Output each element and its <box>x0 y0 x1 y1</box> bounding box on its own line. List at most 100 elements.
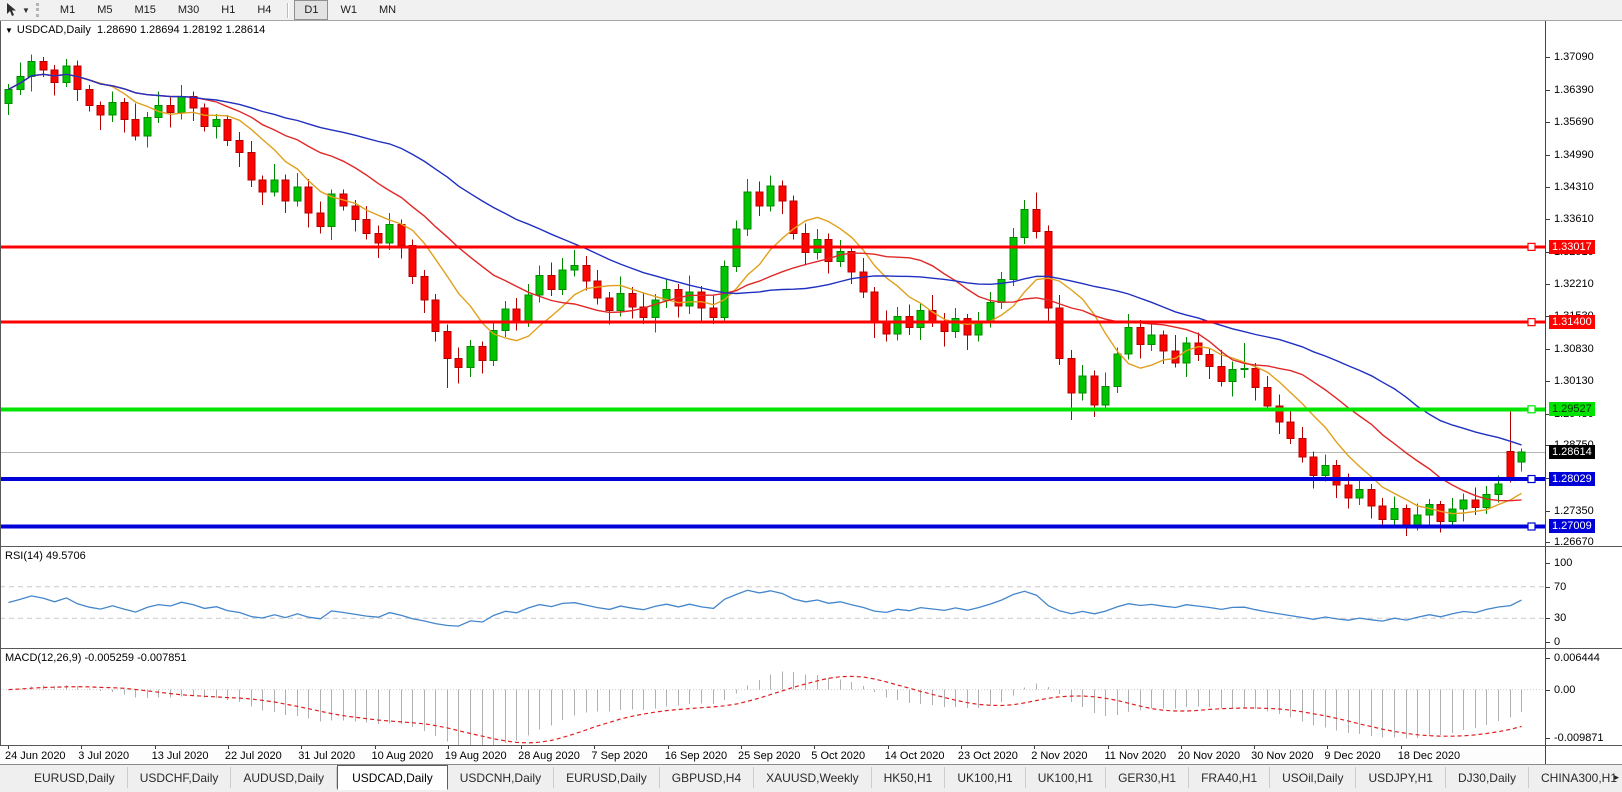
macd-signal-line <box>8 675 1522 744</box>
chart-tab-uk100-h1[interactable]: UK100,H1 <box>945 767 1026 788</box>
current-price-tag: 1.28614 <box>1549 444 1595 459</box>
date-label: 23 Oct 2020 <box>957 750 1018 762</box>
chart-tab-usoil-daily[interactable]: USOil,Daily <box>1270 767 1357 788</box>
macd-tick-mark <box>1546 737 1550 739</box>
date-tick-mark <box>1180 746 1182 749</box>
chart-tab-hk50-h1[interactable]: HK50,H1 <box>872 767 946 788</box>
rsi-label: RSI(14) 49.5706 <box>5 550 86 562</box>
chart-tab-fra40-h1[interactable]: FRA40,H1 <box>1189 767 1271 788</box>
tab-scroll-right-icon[interactable]: ▸ <box>1614 772 1619 783</box>
price-tick-label: 1.30130 <box>1554 375 1594 388</box>
time-axis-corner <box>1545 746 1622 765</box>
macd-label: MACD(12,26,9) -0.005259 -0.007851 <box>5 652 187 664</box>
rsi-line <box>8 589 1522 627</box>
price-tick-label: 1.34990 <box>1554 149 1594 162</box>
chart-ohlc-values: 1.28690 1.28694 1.28192 1.28614 <box>97 24 266 36</box>
date-label: 2 Nov 2020 <box>1031 750 1088 762</box>
price-tick-mark <box>1546 381 1550 383</box>
rsi-tick-mark <box>1546 618 1550 620</box>
chart-tab-eurusd-daily[interactable]: EURUSD,Daily <box>554 767 660 788</box>
chart-tab-usdcad-daily[interactable]: USDCAD,Daily <box>337 765 448 790</box>
date-tick-mark <box>667 746 669 749</box>
price-chart-panel[interactable]: ▼ USDCAD,Daily 1.28690 1.28694 1.28192 1.… <box>0 21 1622 548</box>
date-tick-mark <box>960 746 962 749</box>
chart-toolbar: ▼ M1 M5 M15 M30 H1 H4 D1 W1 MN <box>0 0 1622 21</box>
chart-tab-usdcnh-daily[interactable]: USDCNH,Daily <box>448 767 555 788</box>
date-tick-mark <box>154 746 156 749</box>
date-label: 19 Aug 2020 <box>444 750 507 762</box>
timeframe-button-mn[interactable]: MN <box>369 0 406 20</box>
cursor-tool-dropdown-icon[interactable]: ▼ <box>22 6 30 15</box>
macd-plot[interactable] <box>0 649 1545 746</box>
rsi-panel[interactable]: RSI(14) 49.5706 100 70 30 0 <box>0 546 1622 649</box>
macd-tick-label: 0.006444 <box>1554 652 1600 664</box>
macd-tick-label: 0.00 <box>1554 683 1576 696</box>
timeframe-button-m15[interactable]: M15 <box>124 0 165 20</box>
date-label: 18 Dec 2020 <box>1397 750 1461 762</box>
rsi-axis[interactable]: 100 70 30 0 <box>1545 547 1622 649</box>
price-tick-mark <box>1546 122 1550 124</box>
chart-tab-gbpusd-h4[interactable]: GBPUSD,H4 <box>660 767 755 788</box>
date-label: 24 Jun 2020 <box>5 750 66 762</box>
price-tick-mark <box>1546 219 1550 221</box>
date-tick-mark <box>814 746 816 749</box>
timeframe-button-d1[interactable]: D1 <box>294 0 329 20</box>
price-axis[interactable]: 1.37090 1.36390 1.35690 1.34990 1.34310 1.336… <box>1545 21 1622 548</box>
date-label: 20 Nov 2020 <box>1177 750 1241 762</box>
chart-tab-dj30-daily[interactable]: DJ30,Daily <box>1446 767 1529 788</box>
date-tick-mark <box>447 746 449 749</box>
line-handle <box>1527 318 1536 327</box>
date-tick-mark <box>594 746 596 749</box>
chart-left-border <box>0 21 1 745</box>
chart-tab-xauusd-weekly[interactable]: XAUUSD,Weekly <box>754 767 872 788</box>
date-label: 30 Nov 2020 <box>1251 750 1314 762</box>
timeframe-button-h1[interactable]: H1 <box>211 0 245 20</box>
chart-tab-audusd-daily[interactable]: AUDUSD,Daily <box>231 767 338 788</box>
chart-tab-ger30-h1[interactable]: GER30,H1 <box>1106 767 1190 788</box>
date-label: 5 Oct 2020 <box>811 750 866 762</box>
rsi-tick-label: 0 <box>1554 636 1561 648</box>
rsi-plot[interactable] <box>0 547 1545 649</box>
chart-tab-china300-h1[interactable]: CHINA300,H1 <box>1529 767 1622 788</box>
date-tick-mark <box>374 746 376 749</box>
timeframe-buttons: M1 M5 M15 M30 H1 H4 D1 W1 MN <box>49 0 407 20</box>
chart-tab-eurusd-daily[interactable]: EURUSD,Daily <box>22 767 128 788</box>
date-tick-mark <box>81 746 83 749</box>
cursor-tool-icon[interactable] <box>0 2 22 18</box>
timeframe-button-m30[interactable]: M30 <box>168 0 209 20</box>
price-tick-label: 1.37090 <box>1554 51 1594 64</box>
macd-tick-label: -0.009871 <box>1554 731 1604 744</box>
rsi-tick-label: 100 <box>1554 557 1573 569</box>
chart-symbol-label: USDCAD,Daily <box>16 24 91 36</box>
date-label: 7 Sep 2020 <box>591 750 648 762</box>
level-price-tag: 1.29527 <box>1549 402 1595 417</box>
date-tick-mark <box>227 746 229 749</box>
date-label: 22 Jul 2020 <box>224 750 282 762</box>
ma-line-8 <box>8 73 1522 515</box>
toolbar-grip-handle[interactable] <box>35 3 43 17</box>
time-axis[interactable]: 24 Jun 2020 3 Jul 2020 13 Jul 2020 22 Jul 2… <box>0 745 1622 765</box>
macd-histogram <box>20 671 1522 745</box>
date-tick-mark <box>1107 746 1109 749</box>
chart-tab-uk100-h1[interactable]: UK100,H1 <box>1026 767 1107 788</box>
timeframe-button-m1[interactable]: M1 <box>50 0 85 20</box>
timeframe-button-m5[interactable]: M5 <box>87 0 122 20</box>
timeframe-button-w1[interactable]: W1 <box>330 0 367 20</box>
rsi-tick-mark <box>1546 563 1550 564</box>
price-tick-mark <box>1546 510 1550 512</box>
date-tick-mark <box>1034 746 1036 749</box>
line-handle <box>1527 405 1536 414</box>
date-tick-mark <box>741 746 742 749</box>
level-price-tag: 1.31400 <box>1549 315 1595 330</box>
chart-tab-usdjpy-h1[interactable]: USDJPY,H1 <box>1356 767 1446 788</box>
candlestick-plot[interactable] <box>0 21 1545 546</box>
macd-panel[interactable]: MACD(12,26,9) -0.005259 -0.007851 0.0064… <box>0 648 1622 746</box>
chart-tab-usdchf-daily[interactable]: USDCHF,Daily <box>128 767 232 788</box>
macd-axis[interactable]: 0.006444 0.00 -0.009871 <box>1545 649 1622 746</box>
timeframe-button-h4[interactable]: H4 <box>247 0 281 20</box>
chart-dropdown-icon[interactable]: ▼ <box>5 26 13 35</box>
rsi-tick-label: 70 <box>1554 580 1567 593</box>
date-tick-mark <box>8 746 9 749</box>
macd-tick-mark <box>1546 689 1550 691</box>
date-tick-mark <box>1400 746 1402 749</box>
